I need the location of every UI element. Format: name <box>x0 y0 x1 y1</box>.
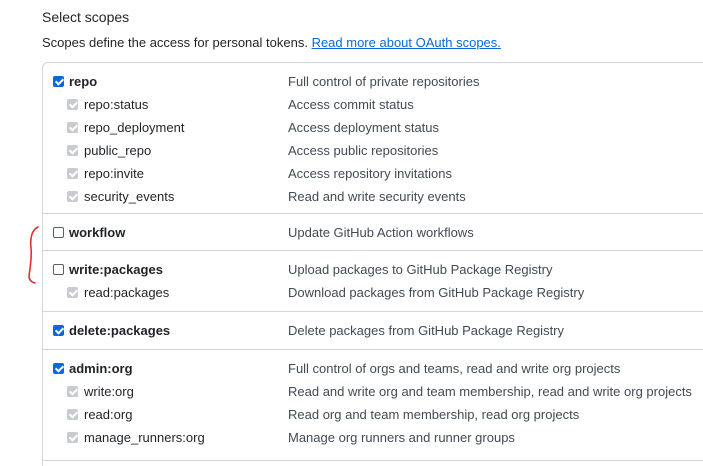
annotation-bracket <box>28 226 39 284</box>
scope-description: Access public repositories <box>288 143 439 158</box>
scope-description: Delete packages from GitHub Package Regi… <box>288 323 565 338</box>
scope-name: read:packages <box>84 285 170 300</box>
scope-group-workflow: workflow Update GitHub Action workflows <box>43 214 703 251</box>
scope-row-repo-deployment: repo_deployment Access deployment status <box>43 118 703 138</box>
scope-name: repo:status <box>84 97 149 112</box>
scope-description: Read and write security events <box>288 189 466 204</box>
scope-row-repo: repo Full control of private repositorie… <box>43 72 703 92</box>
repo-checkbox[interactable] <box>53 76 64 87</box>
scope-name: read:org <box>84 407 133 422</box>
scope-name: write:org <box>84 384 134 399</box>
scope-description: Access deployment status <box>288 120 440 135</box>
manage-runners-org-checkbox <box>67 432 78 443</box>
scope-group-delete-packages: delete:packages Delete packages from Git… <box>43 312 703 350</box>
scope-name: public_repo <box>84 143 152 158</box>
workflow-checkbox[interactable] <box>53 227 64 238</box>
read-packages-checkbox <box>67 287 78 298</box>
repo-status-checkbox <box>67 99 78 110</box>
scope-row-write-packages: write:packages Upload packages to GitHub… <box>43 260 703 280</box>
scope-name: repo_deployment <box>84 120 185 135</box>
scope-row-security-events: security_events Read and write security … <box>43 187 703 207</box>
admin-org-checkbox[interactable] <box>53 363 64 374</box>
scope-description: Read and write org and team membership, … <box>288 384 692 399</box>
scope-name: workflow <box>69 225 126 240</box>
scope-description: Read org and team membership, read org p… <box>288 407 580 422</box>
scope-row-read-packages: read:packages Download packages from Git… <box>43 283 703 303</box>
read-org-checkbox <box>67 409 78 420</box>
scope-group-write-packages: write:packages Upload packages to GitHub… <box>43 251 703 312</box>
repo-invite-checkbox <box>67 168 78 179</box>
scope-row-workflow: workflow Update GitHub Action workflows <box>43 223 703 243</box>
oauth-scopes-link[interactable]: Read more about OAuth scopes. <box>312 35 501 50</box>
scope-row-read-org: read:org Read org and team membership, r… <box>43 405 703 425</box>
security-events-checkbox <box>67 191 78 202</box>
scope-description: Access repository invitations <box>288 166 453 181</box>
scope-row-write-org: write:org Read and write org and team me… <box>43 382 703 402</box>
write-org-checkbox <box>67 386 78 397</box>
section-title: Select scopes <box>42 9 130 25</box>
scope-row-admin-org: admin:org Full control of orgs and teams… <box>43 359 703 379</box>
scope-name: admin:org <box>69 361 133 376</box>
write-packages-checkbox[interactable] <box>53 264 64 275</box>
delete-packages-checkbox[interactable] <box>53 325 64 336</box>
scope-row-manage-runners-org: manage_runners:org Manage org runners an… <box>43 428 703 448</box>
description-text: Scopes define the access for personal to… <box>42 35 308 50</box>
scope-description: Update GitHub Action workflows <box>288 225 474 240</box>
scope-row-repo-invite: repo:invite Access repository invitation… <box>43 164 703 184</box>
scope-name: security_events <box>84 189 175 204</box>
scope-description: Manage org runners and runner groups <box>288 430 515 445</box>
public-repo-checkbox <box>67 145 78 156</box>
scope-description: Full control of private repositories <box>288 74 480 89</box>
scope-row-public-repo: public_repo Access public repositories <box>43 141 703 161</box>
scope-description: Full control of orgs and teams, read and… <box>288 361 621 376</box>
scope-name: repo:invite <box>84 166 144 181</box>
scope-row-repo-status: repo:status Access commit status <box>43 95 703 115</box>
scope-row-delete-packages: delete:packages Delete packages from Git… <box>43 321 703 341</box>
scope-group-repo: repo Full control of private repositorie… <box>43 63 703 214</box>
scope-name: delete:packages <box>69 323 171 338</box>
scope-name: write:packages <box>69 262 163 277</box>
repo-deployment-checkbox <box>67 122 78 133</box>
scopes-page: Select scopes Scopes define the access f… <box>0 0 703 466</box>
scope-description: Access commit status <box>288 97 414 112</box>
scope-description: Download packages from GitHub Package Re… <box>288 285 585 300</box>
scopes-list: repo Full control of private repositorie… <box>42 62 703 466</box>
scope-description: Upload packages to GitHub Package Regist… <box>288 262 553 277</box>
scope-name: repo <box>69 74 98 89</box>
scope-name: manage_runners:org <box>84 430 205 445</box>
section-description: Scopes define the access for personal to… <box>42 35 501 50</box>
scope-group-admin-org: admin:org Full control of orgs and teams… <box>43 350 703 461</box>
